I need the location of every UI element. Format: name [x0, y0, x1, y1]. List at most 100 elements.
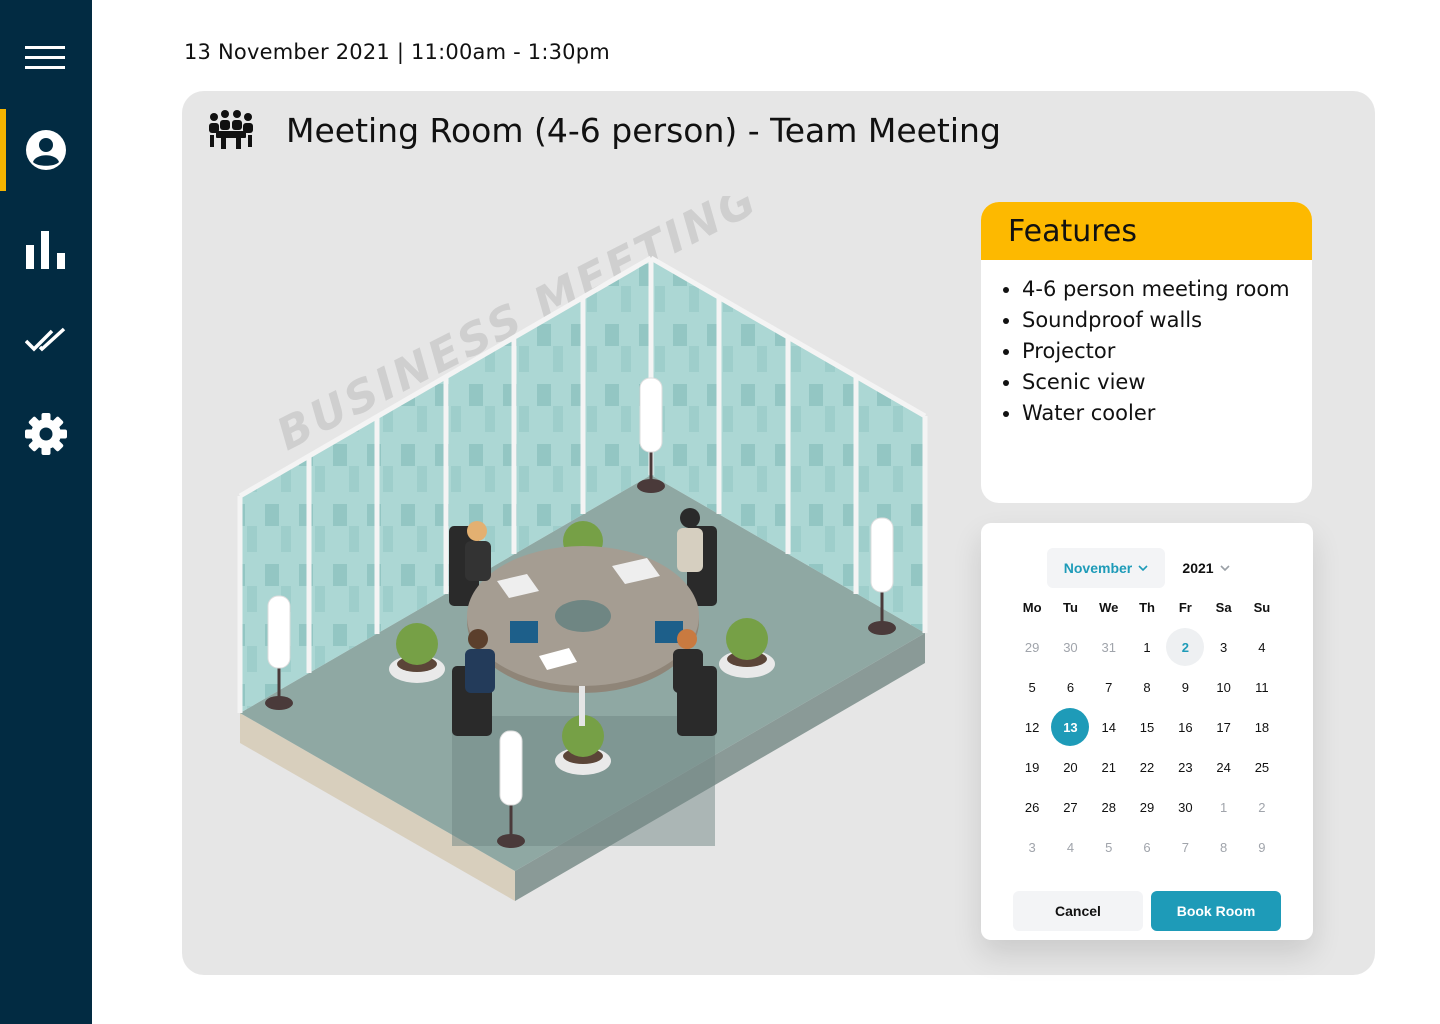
day-number: 21: [1101, 759, 1116, 775]
day-cell[interactable]: 2: [1243, 787, 1281, 827]
day-cell[interactable]: 3: [1204, 627, 1242, 667]
day-number: 1: [1143, 639, 1151, 655]
day-cell[interactable]: 26: [1013, 787, 1051, 827]
day-cell[interactable]: 3: [1013, 827, 1051, 867]
meeting-group-icon: [209, 110, 253, 149]
weekday-label: Th: [1139, 600, 1155, 615]
day-number: 5: [1028, 679, 1036, 695]
day-cell[interactable]: 21: [1090, 747, 1128, 787]
day-cell[interactable]: 28: [1090, 787, 1128, 827]
day-cell[interactable]: 14: [1090, 707, 1128, 747]
features-panel: Features 4-6 person meeting room Soundpr…: [981, 202, 1312, 503]
day-number: 7: [1105, 679, 1113, 695]
day-cell[interactable]: 8: [1204, 827, 1242, 867]
day-cell[interactable]: 29: [1013, 627, 1051, 667]
book-room-button[interactable]: Book Room: [1151, 891, 1281, 931]
day-number: 2: [1258, 799, 1266, 815]
day-cell[interactable]: 8: [1128, 667, 1166, 707]
day-number: 26: [1024, 799, 1040, 815]
day-cell-selected[interactable]: 13: [1051, 707, 1090, 747]
day-cell[interactable]: 22: [1128, 747, 1166, 787]
day-cell[interactable]: 4: [1243, 627, 1281, 667]
day-cell[interactable]: 30: [1051, 627, 1089, 667]
day-cell[interactable]: 6: [1051, 667, 1089, 707]
day-number: 17: [1216, 719, 1231, 735]
day-cell[interactable]: 15: [1128, 707, 1166, 747]
feature-item: Water cooler: [1022, 398, 1312, 429]
date-picker: November 2021 Mo Tu We Th Fr Sa Su 29 30 31 1 2 3 4 5…: [981, 523, 1313, 940]
feature-item: Projector: [1022, 336, 1312, 367]
weekday-label: Mo: [1022, 600, 1042, 615]
sidebar: [0, 0, 92, 1024]
day-number: 29: [1139, 799, 1155, 815]
bar-chart-icon: [26, 231, 65, 269]
day-cell[interactable]: 10: [1204, 667, 1242, 707]
day-cell[interactable]: 18: [1243, 707, 1281, 747]
day-cell[interactable]: 20: [1051, 747, 1089, 787]
day-cell[interactable]: 1: [1128, 627, 1166, 667]
menu-button[interactable]: [0, 17, 92, 99]
day-cell[interactable]: 25: [1243, 747, 1281, 787]
day-grid: 29 30 31 1 2 3 4 5 6 7 8 9 10 11 12 13 14 15 16 17 18 19 20 21 2…: [1013, 627, 1281, 867]
sidebar-item-profile[interactable]: [0, 109, 92, 191]
day-cell[interactable]: 31: [1090, 627, 1128, 667]
day-number: 13: [1051, 708, 1090, 746]
day-number: 12: [1024, 719, 1040, 735]
day-number: 11: [1255, 679, 1269, 695]
day-cell[interactable]: 9: [1243, 827, 1281, 867]
sidebar-item-settings[interactable]: [0, 393, 92, 475]
room-card: Meeting Room (4-6 person) - Team Meeting…: [182, 91, 1375, 975]
day-number: 9: [1181, 679, 1189, 695]
chevron-down-icon: [1220, 565, 1230, 571]
day-cell[interactable]: 30: [1166, 787, 1204, 827]
day-cell[interactable]: 5: [1090, 827, 1128, 867]
menu-icon: [25, 46, 65, 69]
month-select[interactable]: November: [1047, 548, 1165, 588]
weekday-label: We: [1099, 600, 1119, 615]
day-number: 4: [1258, 639, 1266, 655]
day-number: 1: [1220, 799, 1228, 815]
day-number: 30: [1063, 639, 1078, 655]
day-cell[interactable]: 7: [1166, 827, 1204, 867]
weekday-label: Tu: [1062, 600, 1078, 615]
day-cell[interactable]: 16: [1166, 707, 1204, 747]
day-cell[interactable]: 6: [1128, 827, 1166, 867]
person: [677, 508, 703, 572]
day-cell[interactable]: 1: [1204, 787, 1242, 827]
day-cell[interactable]: 11: [1243, 667, 1281, 707]
sidebar-item-analytics[interactable]: [0, 209, 92, 291]
day-number: 10: [1216, 679, 1231, 695]
features-list: 4-6 person meeting room Soundproof walls…: [981, 274, 1312, 429]
day-cell[interactable]: 23: [1166, 747, 1204, 787]
day-cell[interactable]: 24: [1204, 747, 1242, 787]
day-cell[interactable]: 4: [1051, 827, 1089, 867]
day-cell-today[interactable]: 2: [1166, 627, 1205, 667]
room-header: Meeting Room (4-6 person) - Team Meeting: [208, 109, 1001, 151]
day-number: 29: [1024, 639, 1040, 655]
room-title: Meeting Room (4-6 person) - Team Meeting: [286, 110, 1001, 150]
cancel-button[interactable]: Cancel: [1013, 891, 1143, 931]
year-value: 2021: [1182, 560, 1214, 576]
year-select[interactable]: 2021: [1171, 548, 1241, 588]
weekday-header: Mo Tu We Th Fr Sa Su: [1013, 600, 1281, 615]
sidebar-item-tasks[interactable]: [0, 300, 92, 382]
chevron-down-icon: [1138, 565, 1148, 571]
day-number: 6: [1066, 679, 1075, 695]
day-cell[interactable]: 27: [1051, 787, 1089, 827]
day-number: 19: [1024, 759, 1040, 775]
day-number: 16: [1178, 719, 1193, 735]
feature-item: Scenic view: [1022, 367, 1312, 398]
day-cell[interactable]: 17: [1204, 707, 1242, 747]
day-cell[interactable]: 5: [1013, 667, 1051, 707]
day-cell[interactable]: 12: [1013, 707, 1051, 747]
day-number: 5: [1105, 839, 1113, 855]
meeting-room-illustration: BUSINESS MEETING: [237, 196, 928, 901]
features-heading: Features: [981, 202, 1312, 260]
day-cell[interactable]: 19: [1013, 747, 1051, 787]
weekday-label: Sa: [1215, 600, 1232, 615]
day-number: 20: [1063, 759, 1078, 775]
day-number: 2: [1166, 628, 1205, 666]
day-cell[interactable]: 9: [1166, 667, 1204, 707]
day-cell[interactable]: 29: [1128, 787, 1166, 827]
day-cell[interactable]: 7: [1090, 667, 1128, 707]
